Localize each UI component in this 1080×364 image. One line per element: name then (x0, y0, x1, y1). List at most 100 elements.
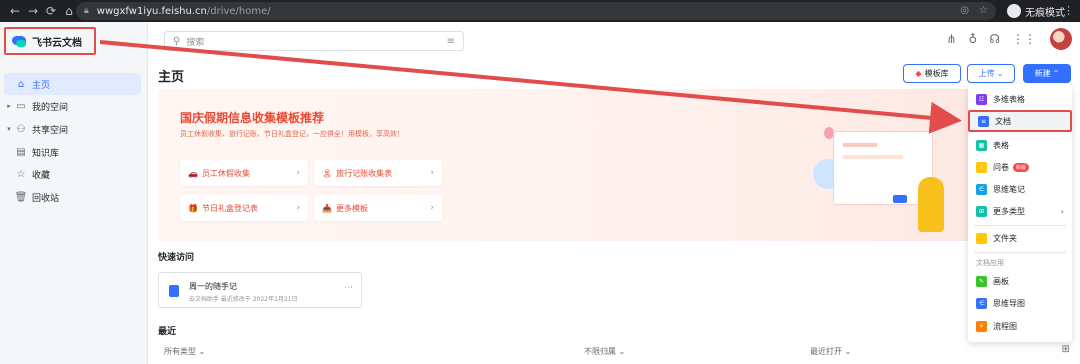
inbox-icon: 📥 (322, 203, 332, 213)
menu-item-whiteboard[interactable]: ✎ 画板 (968, 270, 1072, 292)
template-card[interactable]: 🎁 节日礼盒登记表 › (180, 195, 308, 221)
menu-item-label: 思维笔记 (993, 184, 1025, 194)
trash-icon: 🗑︎ (14, 191, 28, 203)
template-library-button[interactable]: ◆ 模板库 (903, 64, 961, 83)
template-library-label: 模板库 (924, 69, 949, 78)
template-card[interactable]: 🚗 员工休假收集 › (180, 160, 308, 186)
sort-opened-label: 最近打开 (810, 347, 842, 356)
menu-item-flowchart[interactable]: ⚘ 流程图 (968, 315, 1072, 337)
url-host: wwgxfw1iyu.feishu.cn (96, 5, 207, 17)
sheet-icon: ▦ (976, 139, 987, 151)
incognito-indicator[interactable]: 无痕模式 (1007, 3, 1065, 19)
chevron-down-icon: ⌄ (618, 347, 626, 356)
more-icon[interactable]: ⋯ (344, 283, 353, 293)
menu-item-bitable[interactable]: ☷ 多维表格 (968, 88, 1072, 110)
browser-menu-icon[interactable]: ⋮ (1063, 4, 1074, 17)
search-placeholder: 搜索 (186, 37, 205, 48)
bulb-icon[interactable]: ♁ (969, 32, 978, 46)
chevron-down-icon: ⌄ (996, 69, 1004, 78)
template-label: 更多模板 (335, 203, 368, 213)
chevron-right-icon: › (296, 168, 300, 178)
template-card[interactable]: 🏝 旅行记账收集表 › (314, 160, 442, 186)
upload-button[interactable]: 上传 ⌄ (967, 64, 1015, 83)
sidebar-item-label: 共享空间 (32, 125, 69, 136)
sidebar-item-home[interactable]: ⌂ 主页 (4, 73, 141, 95)
caret-right-icon[interactable]: ▸ (4, 102, 14, 110)
lock-icon: 🔒︎ (84, 6, 89, 16)
app-name: 飞书云文档 (32, 37, 82, 49)
template-label: 旅行记账收集表 (336, 168, 393, 178)
upload-label: 上传 (978, 69, 995, 78)
new-button[interactable]: 新建 ⌃ (1023, 64, 1071, 83)
menu-item-label: 思维导图 (993, 298, 1025, 308)
flowchart-icon: ⚘ (976, 320, 987, 332)
new-dropdown-menu: ☷ 多维表格 ≡ 文档 ▦ 表格 ? 问卷 新版 ∈ 思维笔记 ⊞ 更多类型 ›… (968, 84, 1072, 342)
filter-icon[interactable]: ≡ (447, 36, 455, 47)
sidebar-item-shared-space[interactable]: ▾ ⚇ 共享空间 (4, 118, 141, 140)
reload-icon[interactable]: ⟳ (42, 4, 60, 18)
mindnote-icon: ∈ (976, 183, 987, 195)
filter-type[interactable]: 所有类型 ⌄ (164, 346, 205, 357)
page-title: 主页 (158, 70, 185, 85)
menu-item-survey[interactable]: ? 问卷 新版 (968, 156, 1072, 178)
filter-owner[interactable]: 不限归属 ⌄ (584, 346, 625, 357)
doc-meta: 云文档助手 最近修改于 2022年1月21日 (189, 296, 298, 303)
book-icon: ▤ (16, 146, 26, 158)
filter-type-label: 所有类型 (164, 347, 196, 356)
menu-item-folder[interactable]: 文件夹 (968, 227, 1072, 249)
org-icon[interactable]: ⋔ (946, 32, 956, 46)
banner-subtitle: 员工休假收集、旅行记账、节日礼盒登记，一应俱全！用模板，享高效！ (180, 130, 404, 138)
address-bar[interactable]: 🔒︎ wwgxfw1iyu.feishu.cn/drive/home/ ◎ ☆ (76, 2, 996, 20)
chevron-down-icon: ⌄ (198, 347, 206, 356)
menu-item-more-types[interactable]: ⊞ 更多类型 › (968, 200, 1072, 222)
sidebar: 飞书云文档 ⌂ 主页 ▸ ▭ 我的空间 ▾ ⚇ 共享空间 ▤ 知识库 ☆ 收藏 🗑︎… (0, 22, 148, 364)
chevron-right-icon: › (430, 203, 434, 213)
template-card[interactable]: 📥 更多模板 › (314, 195, 442, 221)
shared-icon: ⚇ (16, 123, 26, 135)
sidebar-item-trash[interactable]: 🗑︎ 回收站 (4, 186, 141, 208)
menu-item-label: 画板 (993, 276, 1009, 286)
forward-icon[interactable]: → (24, 4, 42, 18)
menu-item-label: 更多类型 (993, 206, 1025, 216)
sidebar-item-favorites[interactable]: ☆ 收藏 (4, 163, 141, 185)
sidebar-item-label: 收藏 (32, 170, 51, 181)
gift-icon: 🎁 (188, 203, 198, 213)
menu-item-doc[interactable]: ≡ 文档 (968, 110, 1072, 132)
sort-opened[interactable]: 最近打开 ⌄ (810, 346, 851, 357)
menu-item-label: 表格 (993, 140, 1009, 150)
template-icon: ◆ (915, 69, 922, 78)
menu-item-sheet[interactable]: ▦ 表格 (968, 134, 1072, 156)
folder-icon (976, 232, 987, 244)
app-logo[interactable]: 飞书云文档 (4, 27, 96, 55)
apps-grid-icon[interactable]: ⋮⋮ (1012, 32, 1036, 46)
doc-icon (169, 285, 179, 297)
browser-toolbar: ← → ⟳ ⌂ 🔒︎ wwgxfw1iyu.feishu.cn/drive/ho… (0, 0, 1080, 22)
grid-view-icon[interactable]: ⊞ (1062, 344, 1070, 355)
sidebar-item-wiki[interactable]: ▤ 知识库 (4, 141, 141, 163)
template-label: 员工休假收集 (201, 168, 250, 178)
menu-item-label: 流程图 (993, 321, 1017, 331)
top-toolbar: ⋔ ♁ ☊ ⋮⋮ (946, 32, 1036, 46)
menu-group-label: 文档应用 (976, 259, 1004, 267)
menu-item-label: 文档 (995, 116, 1011, 126)
search-input[interactable]: ⚲ 搜索 ≡ (164, 31, 464, 51)
caret-down-icon[interactable]: ▾ (4, 125, 14, 133)
bookmark-star-icon[interactable]: ☆ (979, 5, 988, 16)
chevron-up-icon: ⌃ (1052, 69, 1060, 78)
url-path: /drive/home/ (206, 5, 271, 17)
avatar[interactable] (1050, 28, 1072, 50)
sidebar-item-label: 我的空间 (32, 102, 69, 113)
new-label: 新建 (1034, 69, 1051, 78)
sidebar-item-label: 回收站 (32, 193, 60, 204)
headset-icon[interactable]: ☊ (989, 32, 1000, 46)
mindmap-icon: ⋲ (976, 297, 987, 309)
car-icon: 🚗 (188, 168, 198, 178)
home-icon: ⌂ (17, 78, 25, 90)
menu-item-mindmap[interactable]: ⋲ 思维导图 (968, 292, 1072, 314)
new-badge: 新版 (1013, 162, 1030, 172)
back-icon[interactable]: ← (6, 4, 24, 18)
eye-off-icon[interactable]: ◎ (960, 5, 969, 16)
sidebar-item-my-space[interactable]: ▸ ▭ 我的空间 (4, 95, 141, 117)
menu-item-mindnote[interactable]: ∈ 思维笔记 (968, 178, 1072, 200)
quick-access-card[interactable]: 周一的随手记 云文档助手 最近修改于 2022年1月21日 ⋯ (158, 272, 362, 308)
